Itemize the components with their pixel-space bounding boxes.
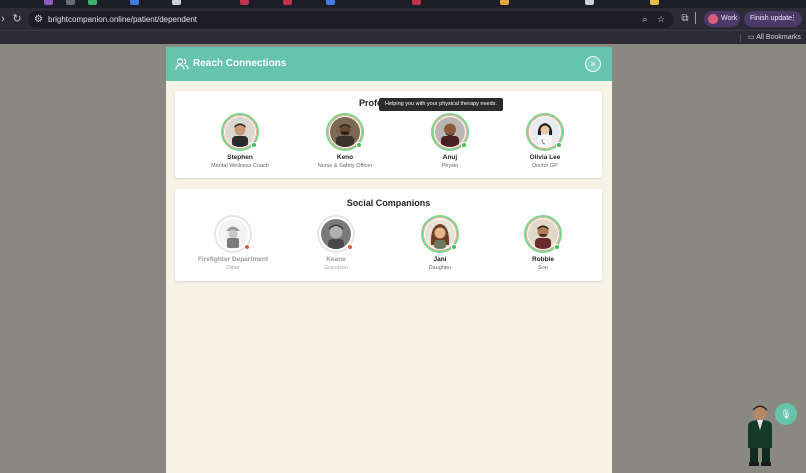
site-settings-icon[interactable]: ⚙ <box>34 13 46 26</box>
status-online-dot <box>556 142 562 148</box>
reach-connections-modal: Reach Connections × Professionals Ste <box>166 47 612 473</box>
close-icon: × <box>590 59 596 69</box>
contact-name: Keane <box>326 256 346 263</box>
contact-name: Firefighter Department <box>197 256 269 263</box>
address-bar[interactable]: ⚙ brightcompanion.online/patient/depende… <box>28 11 674 28</box>
contact-name: Jani <box>433 256 447 263</box>
extensions-icon[interactable]: ⧉ <box>678 11 692 27</box>
avatar <box>317 215 355 253</box>
modal-title: Reach Connections <box>193 58 287 69</box>
contact-role: Doctor GP <box>532 163 558 169</box>
all-bookmarks-folder[interactable]: ▭ All Bookmarks <box>748 32 801 44</box>
browser-toolbar: › ↻ ⚙ brightcompanion.online/patient/dep… <box>0 8 806 30</box>
avatar <box>526 113 564 151</box>
search-icon[interactable]: ⌕ <box>639 13 651 26</box>
contact-name: Keno <box>336 154 354 161</box>
bookmarks-bar: ▭ All Bookmarks <box>0 30 806 44</box>
microphone-button[interactable]: 🎙 <box>775 403 797 425</box>
contact-role: Daughter <box>428 265 452 271</box>
contact-role: Grandson <box>323 265 349 271</box>
contact-name: Olivia Lee <box>529 154 561 161</box>
status-online-dot <box>451 244 457 250</box>
bookmarks-divider <box>740 34 741 42</box>
tab-favicon-icon[interactable] <box>240 0 249 5</box>
tab-favicon-icon[interactable] <box>172 0 181 5</box>
modal-header: Reach Connections × <box>166 47 612 81</box>
status-offline-dot <box>347 244 353 250</box>
toolbar-divider: │ <box>692 13 700 24</box>
finish-update-label: Finish update <box>750 15 793 22</box>
status-online-dot <box>251 142 257 148</box>
contact-stephen[interactable]: Stephen Mental Wellness Coach <box>185 113 295 170</box>
bookmark-star-icon[interactable]: ☆ <box>655 13 667 26</box>
avatar <box>221 113 259 151</box>
profile-label: Work <box>721 15 738 22</box>
tab-favicon-icon[interactable] <box>130 0 139 5</box>
tab-strip <box>0 0 806 8</box>
profile-chip[interactable]: Work <box>704 11 740 27</box>
contact-jani[interactable]: Jani Daughter <box>385 215 495 272</box>
forward-icon[interactable]: › <box>0 11 10 27</box>
tab-favicon-icon[interactable] <box>585 0 594 5</box>
tab-favicon-icon[interactable] <box>500 0 509 5</box>
reload-icon[interactable]: ↻ <box>10 11 24 27</box>
microphone-icon: 🎙 <box>780 409 792 419</box>
tab-favicon-icon[interactable] <box>650 0 659 5</box>
url-text[interactable]: brightcompanion.online/patient/dependent <box>48 13 197 26</box>
more-menu-icon[interactable]: ⋮ <box>790 11 797 27</box>
page-backdrop: Reach Connections × Professionals Ste <box>0 44 806 473</box>
avatar <box>524 215 562 253</box>
contact-name: Robbie <box>531 256 555 263</box>
all-bookmarks-label: All Bookmarks <box>756 34 801 41</box>
status-online-dot <box>356 142 362 148</box>
avatar <box>214 215 252 253</box>
section-title-social: Social Companions <box>346 198 431 208</box>
contact-robbie[interactable]: Robbie Son <box>488 215 598 272</box>
avatar <box>431 113 469 151</box>
avatar <box>421 215 459 253</box>
contact-role: Other <box>226 265 240 271</box>
profile-avatar-icon <box>708 14 718 24</box>
status-offline-dot <box>244 244 250 250</box>
contact-name: Stephen <box>227 154 253 161</box>
tooltip: Helping you with your physical therapy n… <box>379 98 503 111</box>
assistant-avatar[interactable] <box>743 402 777 466</box>
tab-favicon-icon[interactable] <box>44 0 53 5</box>
social-companions-card: Social Companions Firefighter Department… <box>175 189 602 281</box>
status-online-dot <box>461 142 467 148</box>
people-icon <box>175 58 189 70</box>
contact-role: Mental Wellness Coach <box>211 163 269 169</box>
folder-icon: ▭ <box>748 34 755 41</box>
contact-firefighter-department[interactable]: Firefighter Department Other <box>178 215 288 272</box>
tab-favicon-icon[interactable] <box>326 0 335 5</box>
contact-name: Anuj <box>442 154 458 161</box>
tab-favicon-icon[interactable] <box>66 0 75 5</box>
close-button[interactable]: × <box>585 56 601 72</box>
contact-keno[interactable]: Keno Nurse & Safety Officer <box>290 113 400 170</box>
tab-favicon-icon[interactable] <box>88 0 97 5</box>
contact-keane[interactable]: Keane Grandson <box>281 215 391 272</box>
contact-olivia-lee[interactable]: Olivia Lee Doctor GP <box>490 113 600 170</box>
contact-role: Nurse & Safety Officer <box>317 163 373 169</box>
tab-favicon-icon[interactable] <box>412 0 421 5</box>
avatar <box>326 113 364 151</box>
finish-update-button[interactable]: Finish update ⋮ <box>744 11 802 27</box>
tab-favicon-icon[interactable] <box>283 0 292 5</box>
status-online-dot <box>554 244 560 250</box>
contact-anuj[interactable]: Anuj Physio <box>395 113 505 170</box>
contact-role: Son <box>538 265 548 271</box>
contact-role: Physio <box>441 163 459 169</box>
